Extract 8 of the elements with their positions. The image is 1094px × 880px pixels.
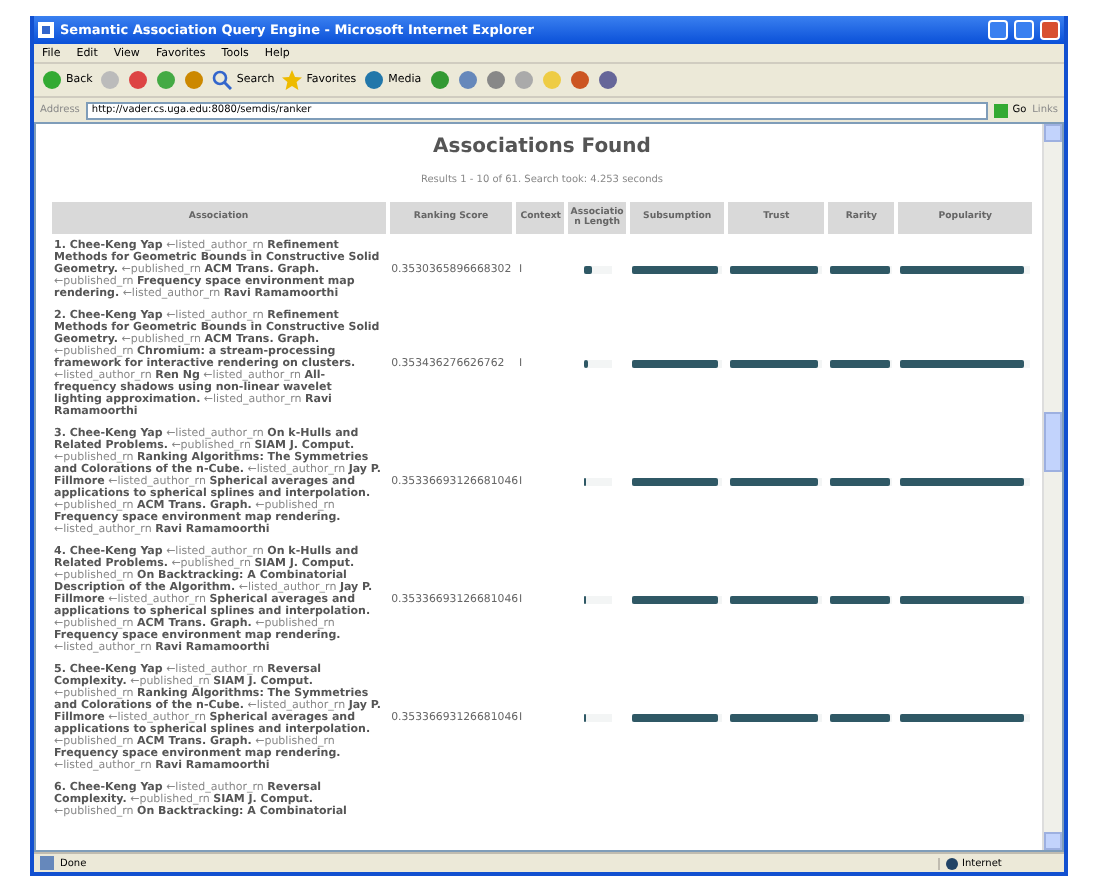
- search-icon[interactable]: [212, 70, 233, 90]
- star-icon[interactable]: [282, 70, 303, 90]
- page-icon: [40, 856, 54, 870]
- maximize-button[interactable]: [1014, 20, 1034, 40]
- close-button[interactable]: [1040, 20, 1060, 40]
- minimize-button[interactable]: [988, 20, 1008, 40]
- browser-icon: [38, 22, 54, 38]
- page-heading: Associations Found: [433, 136, 651, 158]
